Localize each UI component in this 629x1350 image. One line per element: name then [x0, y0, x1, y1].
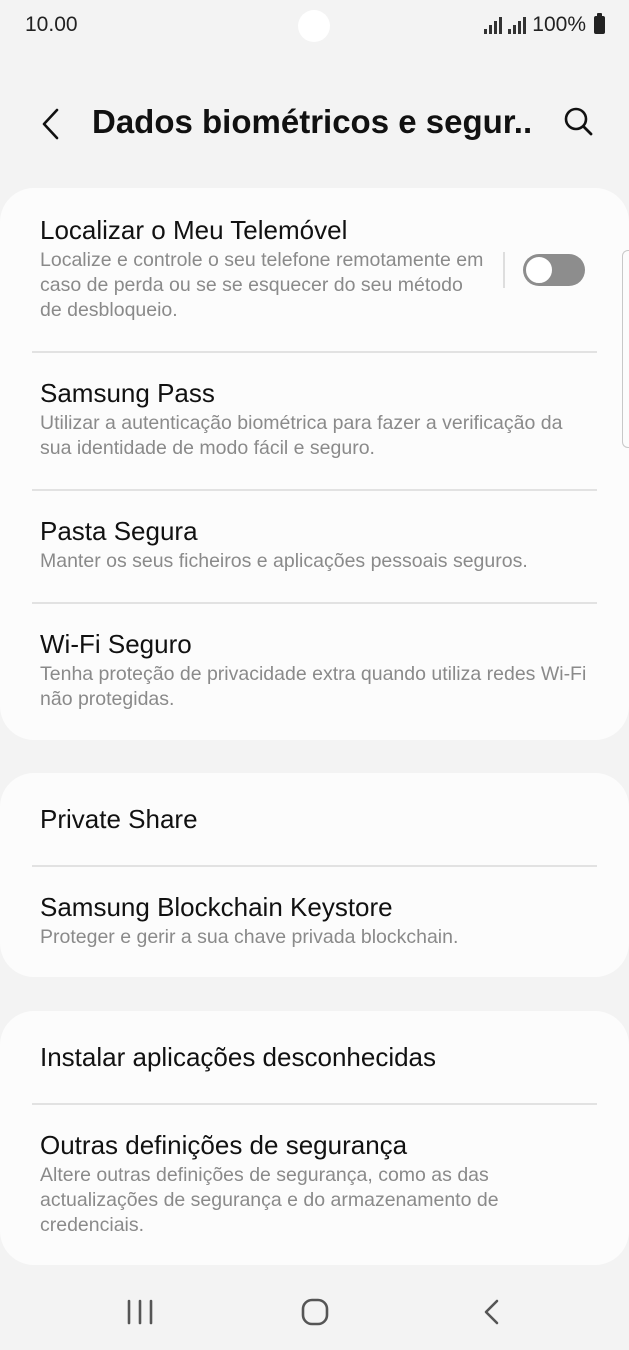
list-item-blockchain-keystore[interactable]: Samsung Blockchain Keystore Proteger e g…: [40, 891, 589, 950]
item-description: Proteger e gerir a sua chave privada blo…: [40, 926, 459, 948]
chevron-left-icon: [42, 108, 59, 140]
toggle-knob: [524, 255, 554, 285]
nav-back-button[interactable]: [471, 1292, 511, 1332]
divider: [32, 1103, 597, 1105]
divider: [32, 602, 597, 604]
scrollbar[interactable]: [622, 250, 629, 448]
item-title: Samsung Pass: [40, 378, 215, 408]
list-item-find-my-mobile[interactable]: Localizar o Meu Telemóvel Localize e con…: [40, 214, 489, 323]
list-item-other-security-settings[interactable]: Outras definições de segurança Altere ou…: [40, 1129, 589, 1238]
list-item-install-unknown-apps[interactable]: Instalar aplicações desconhecidas: [40, 1041, 589, 1073]
list-item-private-share[interactable]: Private Share: [40, 803, 589, 835]
search-button[interactable]: [559, 102, 599, 142]
item-title: Private Share: [40, 804, 198, 834]
navigation-bar: [0, 1272, 629, 1350]
camera-cutout: [298, 10, 330, 42]
signal-icon: [508, 16, 527, 34]
item-title: Pasta Segura: [40, 516, 198, 546]
security-card-secondary: Private Share Samsung Blockchain Keystor…: [0, 773, 629, 977]
item-description: Localize e controle o seu telefone remot…: [40, 249, 484, 321]
list-item-secure-wifi[interactable]: Wi-Fi Seguro Tenha proteção de privacida…: [40, 628, 589, 712]
app-header: Dados biométricos e segur...: [0, 90, 629, 160]
toggle-divider: [503, 252, 505, 288]
back-button[interactable]: [32, 104, 72, 144]
status-time: 10.00: [25, 13, 78, 36]
item-title: Wi-Fi Seguro: [40, 629, 192, 659]
page-title: Dados biométricos e segur...: [92, 103, 532, 140]
signal-icon: [484, 16, 503, 34]
item-description: Manter os seus ficheiros e aplicações pe…: [40, 550, 528, 572]
list-item-samsung-pass[interactable]: Samsung Pass Utilizar a autenticação bio…: [40, 377, 589, 461]
back-icon: [484, 1299, 499, 1325]
item-description: Tenha proteção de privacidade extra quan…: [40, 663, 587, 710]
item-title: Localizar o Meu Telemóvel: [40, 215, 348, 245]
home-button[interactable]: [295, 1292, 335, 1332]
item-description: Altere outras definições de segurança, c…: [40, 1164, 499, 1236]
home-icon: [301, 1298, 329, 1326]
divider: [32, 865, 597, 867]
divider: [32, 351, 597, 353]
item-description: Utilizar a autenticação biométrica para …: [40, 412, 563, 459]
item-title: Instalar aplicações desconhecidas: [40, 1042, 437, 1072]
recents-button[interactable]: [120, 1292, 160, 1332]
battery-percent: 100%: [532, 13, 586, 36]
item-title: Outras definições de segurança: [40, 1130, 408, 1160]
status-bar: 10.00 100%: [0, 0, 629, 54]
list-item-secure-folder[interactable]: Pasta Segura Manter os seus ficheiros e …: [40, 515, 589, 574]
divider: [32, 489, 597, 491]
item-title: Samsung Blockchain Keystore: [40, 892, 393, 922]
find-my-mobile-toggle[interactable]: [523, 254, 585, 286]
search-icon: [564, 107, 593, 136]
battery-icon: [594, 13, 605, 34]
security-card-other: Instalar aplicações desconhecidas Outras…: [0, 1011, 629, 1265]
status-indicators: 100%: [484, 13, 605, 37]
recents-icon: [127, 1299, 153, 1325]
security-card-primary: Localizar o Meu Telemóvel Localize e con…: [0, 188, 629, 740]
